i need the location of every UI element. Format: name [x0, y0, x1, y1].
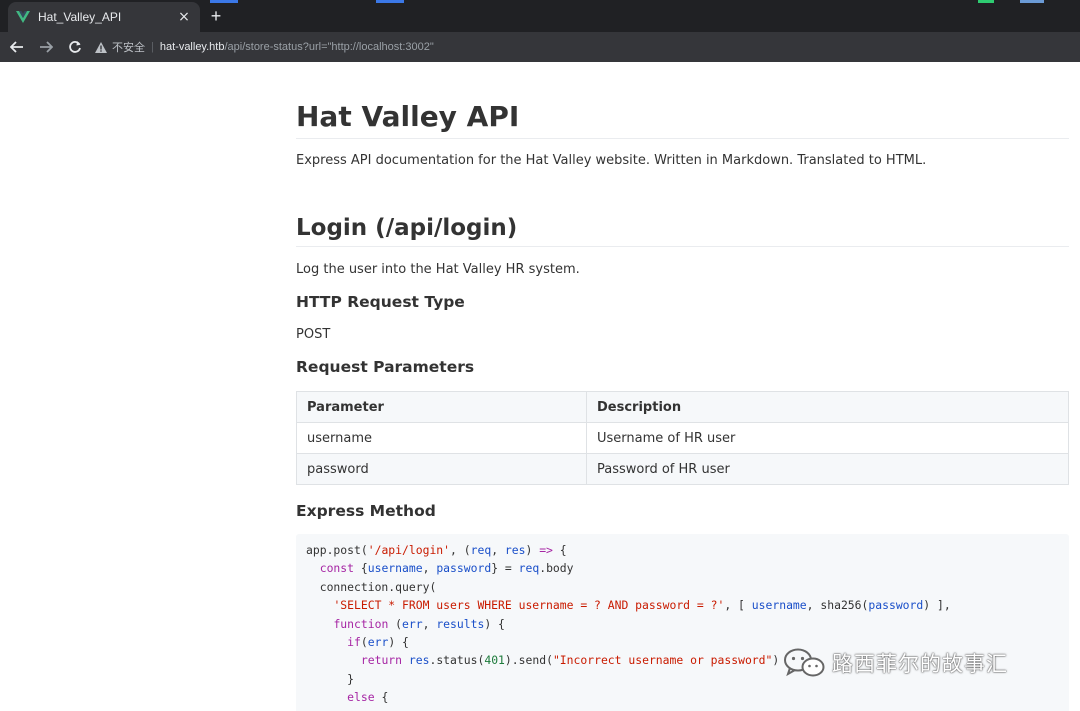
login-description: Log the user into the Hat Valley HR syst…	[296, 262, 580, 277]
wechat-icon	[784, 648, 825, 677]
api-doc-content: Hat Valley API Express API documentation…	[296, 62, 1069, 711]
arrow-right-icon	[40, 41, 53, 53]
reload-button[interactable]	[63, 35, 87, 59]
column-header-parameter: Parameter	[296, 391, 587, 423]
watermark: 路西菲尔的故事汇	[782, 646, 1008, 680]
table-row: username Username of HR user	[296, 422, 1069, 454]
page-intro: Express API documentation for the Hat Va…	[296, 153, 927, 168]
code-block: app.post('/api/login', (req, res) => { c…	[296, 534, 1069, 711]
params-table: Parameter Description username Username …	[296, 391, 1069, 485]
table-row: password Password of HR user	[296, 453, 1069, 485]
tab-strip-indicator	[978, 0, 994, 3]
tab-strip-indicator	[1020, 0, 1044, 3]
express-method-heading: Express Method	[296, 502, 436, 520]
tab-strip-accent	[376, 0, 404, 3]
tab-strip: Hat_Valley_API × +	[0, 0, 1080, 32]
code-line: app.post('/api/login', (req, res) => {	[306, 543, 567, 557]
tab-strip-accent	[210, 0, 238, 3]
address-bar[interactable]: 不安全 | hat-valley.htb/api/store-status?ur…	[88, 36, 1078, 58]
param-description: Username of HR user	[586, 422, 1069, 454]
arrow-left-icon	[10, 41, 23, 53]
code-line: const {username, password} = req.body	[319, 561, 574, 576]
table-header-row: Parameter Description	[296, 391, 1069, 423]
watermark-text: 路西菲尔的故事汇	[832, 652, 1008, 676]
browser-toolbar: 不安全 | hat-valley.htb/api/store-status?ur…	[0, 32, 1080, 62]
request-type-value: POST	[296, 327, 331, 342]
back-button[interactable]	[5, 35, 29, 59]
code-line: connection.query(	[306, 579, 437, 594]
browser-tab-active[interactable]: Hat_Valley_API ×	[8, 2, 200, 32]
vue-logo-icon	[16, 10, 30, 24]
param-name: password	[296, 453, 587, 485]
warning-icon[interactable]	[94, 40, 108, 54]
forward-button[interactable]	[34, 35, 58, 59]
tab-title: Hat_Valley_API	[38, 10, 122, 24]
column-header-description: Description	[586, 391, 1069, 423]
param-name: username	[296, 422, 587, 454]
request-params-heading: Request Parameters	[296, 358, 475, 376]
request-type-heading: HTTP Request Type	[296, 293, 465, 311]
reload-icon	[69, 41, 81, 53]
omnibox-separator: |	[151, 41, 154, 53]
new-tab-button[interactable]: +	[206, 6, 226, 26]
security-label[interactable]: 不安全	[112, 39, 145, 55]
param-description: Password of HR user	[586, 453, 1069, 485]
code-line: else {	[347, 690, 389, 705]
url-path: /api/store-status?url="http://localhost:…	[224, 41, 434, 53]
code-line: 'SELECT * FROM users WHERE username = ? …	[333, 598, 951, 613]
tab-close-icon[interactable]: ×	[176, 9, 192, 25]
page-title: Hat Valley API	[296, 100, 1069, 139]
url-host: hat-valley.htb	[159, 41, 225, 53]
login-section-heading: Login (/api/login)	[296, 214, 1069, 247]
code-line: function (err, results) {	[333, 616, 505, 631]
